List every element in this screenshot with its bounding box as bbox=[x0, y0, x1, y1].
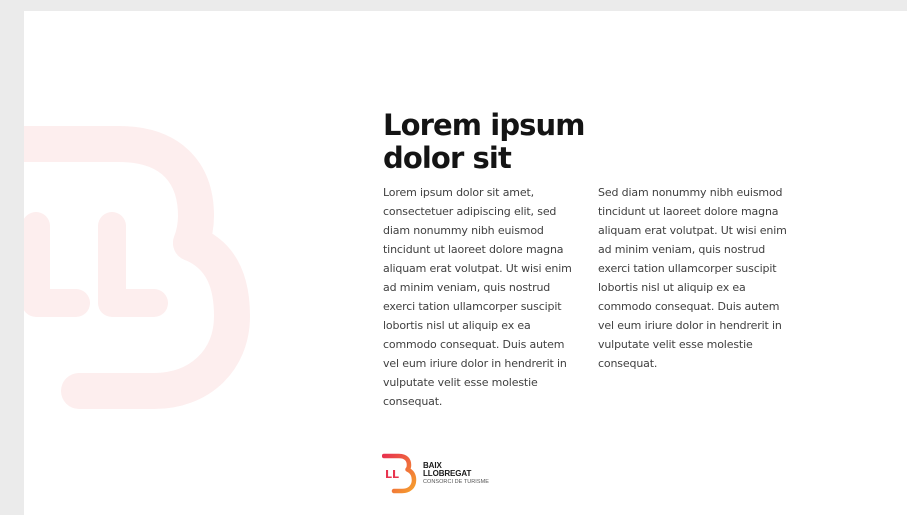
logo-wordmark: BAIX LLOBREGAT CONSORCI DE TURISME bbox=[423, 462, 489, 486]
baix-llobregat-logo-icon: LL bbox=[382, 453, 417, 494]
logo-mark-letters: LL bbox=[385, 468, 399, 481]
document-page: Lorem ipsum dolor sit Lorem ipsum dolor … bbox=[24, 11, 907, 515]
body-text-column-right: Sed diam nonummy nibh euismod tincidunt … bbox=[598, 186, 787, 370]
footer-logo: LL BAIX LLOBREGAT CONSORCI DE TURISME bbox=[382, 453, 562, 495]
baix-llobregat-b-watermark-icon bbox=[24, 126, 250, 409]
logo-line-llobregat: LLOBREGAT bbox=[423, 469, 472, 478]
body-text-column-left: Lorem ipsum dolor sit amet, consectetuer… bbox=[383, 186, 572, 408]
logo-subtitle: CONSORCI DE TURISME bbox=[423, 479, 489, 485]
page-title: Lorem ipsum dolor sit bbox=[383, 108, 586, 175]
